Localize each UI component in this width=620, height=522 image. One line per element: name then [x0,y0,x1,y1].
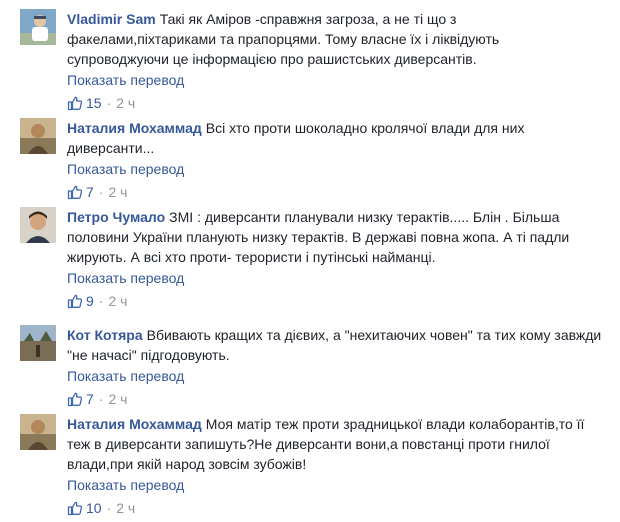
author-name[interactable]: Наталия Мохаммад [67,120,202,136]
comment-timestamp[interactable]: 2 ч [108,391,127,407]
show-translation-link[interactable]: Показать перевод [67,159,602,179]
avatar[interactable] [20,118,56,154]
comment-text-block: Петро Чумало ЗМІ : диверсанти планували н… [67,207,602,267]
meta-separator: · [98,391,104,407]
like-count[interactable]: 10 [86,500,102,516]
author-name[interactable]: Vladimir Sam [67,11,156,27]
author-name[interactable]: Наталия Мохаммад [67,416,202,432]
comment-text-block: Наталия Мохаммад Всі хто проти шоколадно … [67,118,602,158]
comment-meta: 10 · 2 ч [67,498,602,518]
like-count[interactable]: 15 [86,95,102,111]
comment-text: Вбивають кращих та дієвих, а "нехитаючих… [67,327,602,363]
avatar[interactable] [20,207,56,243]
like-count[interactable]: 9 [86,293,94,309]
avatar[interactable] [20,9,56,45]
comment-text-block: Vladimir Sam Такі як Аміров -справжня заг… [67,9,602,69]
comment-text-block: Наталия Мохаммад Моя матір теж проти зрад… [67,414,602,474]
show-translation-link[interactable]: Показать перевод [67,268,602,288]
avatar[interactable] [20,325,56,361]
comment-timestamp[interactable]: 2 ч [116,500,135,516]
like-count[interactable]: 7 [86,184,94,200]
show-translation-link[interactable]: Показать перевод [67,475,602,495]
comment-timestamp[interactable]: 2 ч [108,184,127,200]
comment-timestamp[interactable]: 2 ч [116,95,135,111]
thumbs-up-icon[interactable] [67,391,83,407]
meta-separator: · [98,184,104,200]
thumbs-up-icon[interactable] [67,184,83,200]
meta-separator: · [98,293,104,309]
comment-meta: 7 · 2 ч [67,182,602,202]
thumbs-up-icon[interactable] [67,95,83,111]
comments-feed: Vladimir Sam Такі як Аміров -справжня заг… [0,0,620,522]
show-translation-link[interactable]: Показать перевод [67,366,602,386]
meta-separator: · [106,95,112,111]
comment-meta: 9 · 2 ч [67,291,602,311]
comment-meta: 7 · 2 ч [67,389,602,409]
show-translation-link[interactable]: Показать перевод [67,70,602,90]
thumbs-up-icon[interactable] [67,500,83,516]
comment-text-block: Кот Котяра Вбивають кращих та дієвих, а "… [67,325,602,365]
meta-separator: · [106,500,112,516]
author-name[interactable]: Петро Чумало [67,209,165,225]
author-name[interactable]: Кот Котяра [67,327,143,343]
comment-meta: 15 · 2 ч [67,93,602,113]
comment-timestamp[interactable]: 2 ч [108,293,127,309]
avatar[interactable] [20,414,56,450]
thumbs-up-icon[interactable] [67,293,83,309]
like-count[interactable]: 7 [86,391,94,407]
